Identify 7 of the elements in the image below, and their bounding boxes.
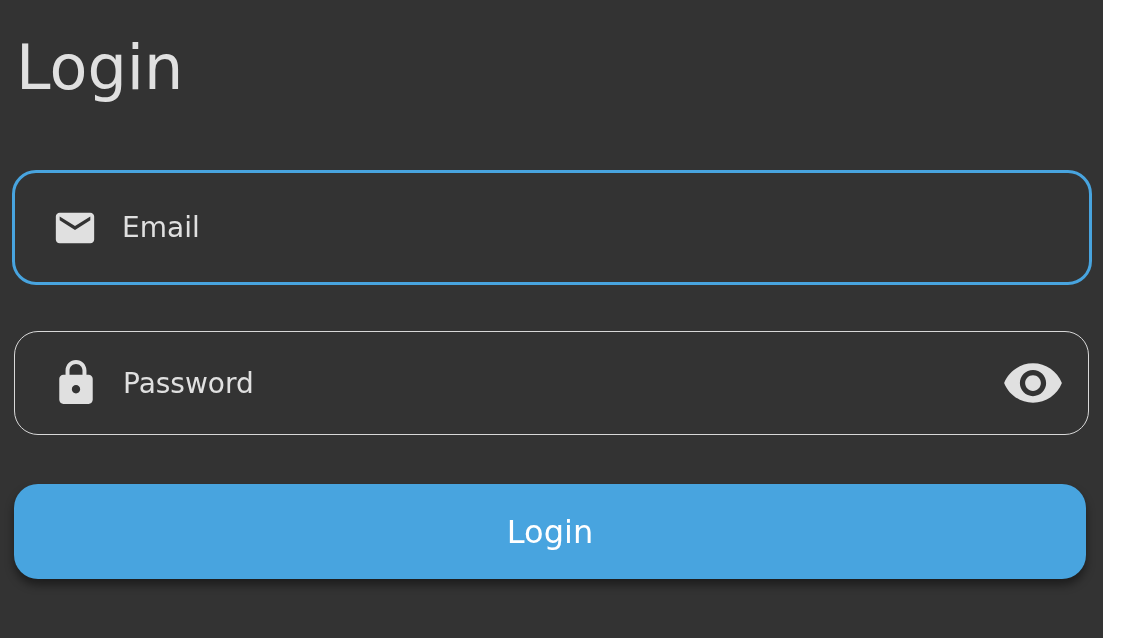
email-input[interactable]: Email <box>120 210 1063 245</box>
password-input[interactable]: Password <box>121 365 1004 401</box>
password-field[interactable]: Password <box>14 331 1089 435</box>
page-title: Login <box>16 30 184 106</box>
email-field[interactable]: Email <box>12 170 1092 285</box>
login-button[interactable]: Login <box>14 484 1086 579</box>
eye-icon[interactable] <box>1004 362 1062 404</box>
